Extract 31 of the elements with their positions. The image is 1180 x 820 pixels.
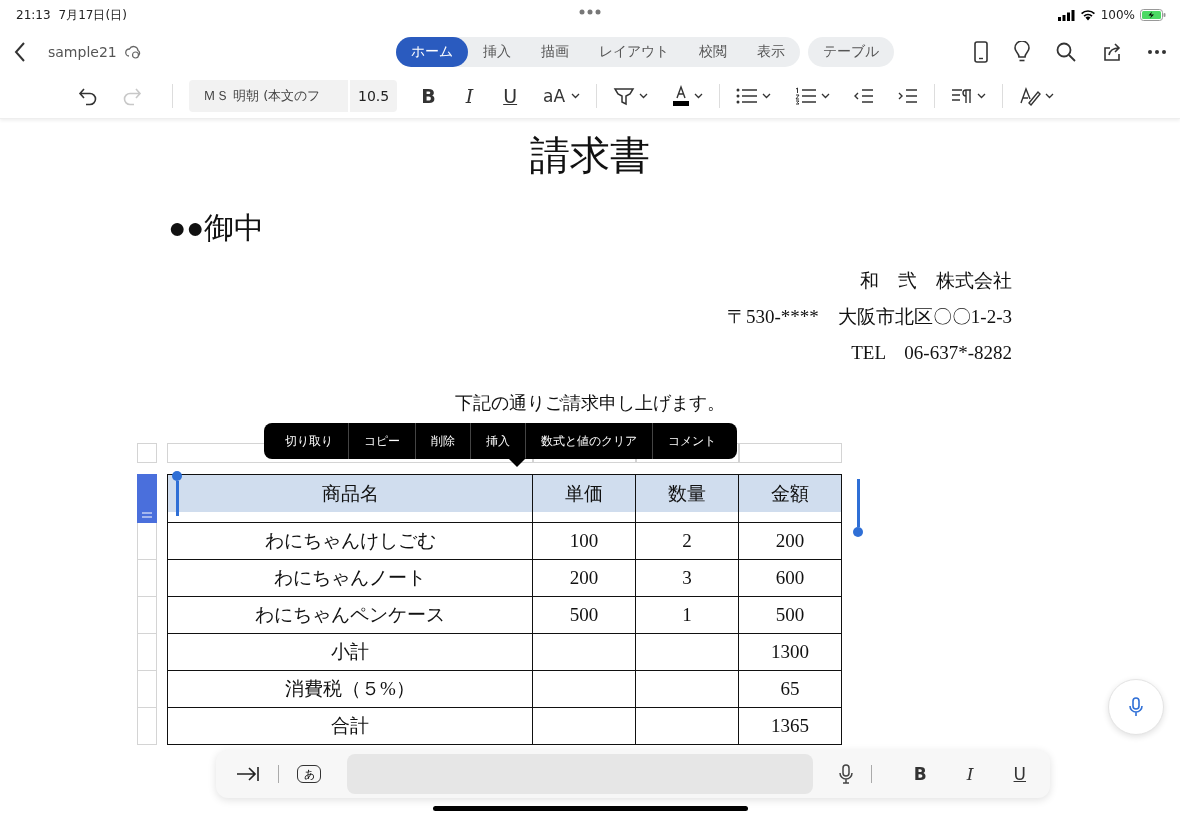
table-cell: 200 (533, 560, 636, 597)
table-cell: 小計 (167, 634, 533, 671)
table-header-cell: 数量 (636, 474, 739, 523)
table-cell: 200 (739, 523, 842, 560)
table-header-cell: 金額 (739, 474, 842, 523)
table-cell: 合計 (167, 708, 533, 745)
table-cell: 1365 (739, 708, 842, 745)
table-cell: 100 (533, 523, 636, 560)
status-date: 7月17日(日) (58, 6, 127, 24)
table-cell: 1 (636, 597, 739, 634)
sender-line: TEL 06-637*-8282 (851, 341, 1012, 365)
sender-line: 和 弐 株式会社 (860, 269, 1012, 293)
table-cell: 2 (636, 523, 739, 560)
table-cell: わにちゃんノート (167, 560, 533, 597)
sender-line: 〒530-**** 大阪市北区〇〇1-2-3 (727, 305, 1012, 329)
addressee-text: ●●御中 (168, 210, 266, 246)
table-cell: 3 (636, 560, 739, 597)
table-header-cell: 商品名 (167, 474, 533, 523)
table-cell: 65 (739, 671, 842, 708)
table-cell: 消費税（５%） (167, 671, 533, 708)
document-title: 請求書 (529, 132, 651, 180)
table-header-cell: 単価 (533, 474, 636, 523)
status-time: 21:13 (16, 8, 51, 22)
table-cell: わにちゃんペンケース (167, 597, 533, 634)
table-cell: 500 (739, 597, 842, 634)
body-text: 下記の通りご請求申し上げます。 (454, 392, 726, 415)
table-cell: 600 (739, 560, 842, 597)
table-cell: わにちゃんけしごむ (167, 523, 533, 560)
table-cell: 1300 (739, 634, 842, 671)
battery-percent: 100% (1100, 8, 1135, 22)
table-cell: 500 (533, 597, 636, 634)
